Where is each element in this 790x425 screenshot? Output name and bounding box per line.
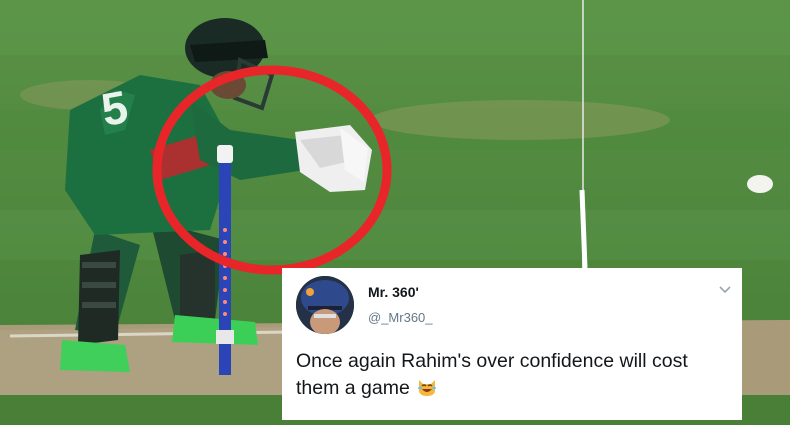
tweet-text: Once again Rahim's over confidence will …	[296, 348, 736, 402]
avatar[interactable]	[296, 276, 354, 334]
tweet-body: Once again Rahim's over confidence will …	[296, 350, 688, 399]
display-name[interactable]: Mr. 360'	[368, 284, 419, 300]
cricket-ball	[747, 175, 773, 193]
laughing-cat-emoji-icon	[417, 380, 436, 396]
avatar-image	[296, 276, 354, 334]
chevron-down-icon[interactable]	[718, 282, 732, 296]
worn-patch	[370, 100, 670, 140]
twitter-handle[interactable]: @_Mr360_	[368, 310, 433, 325]
shoe	[60, 340, 130, 372]
tweet-card[interactable]: Mr. 360' @_Mr360_ Once again Rahim's ove…	[282, 268, 742, 420]
crease-line-near	[579, 189, 588, 269]
